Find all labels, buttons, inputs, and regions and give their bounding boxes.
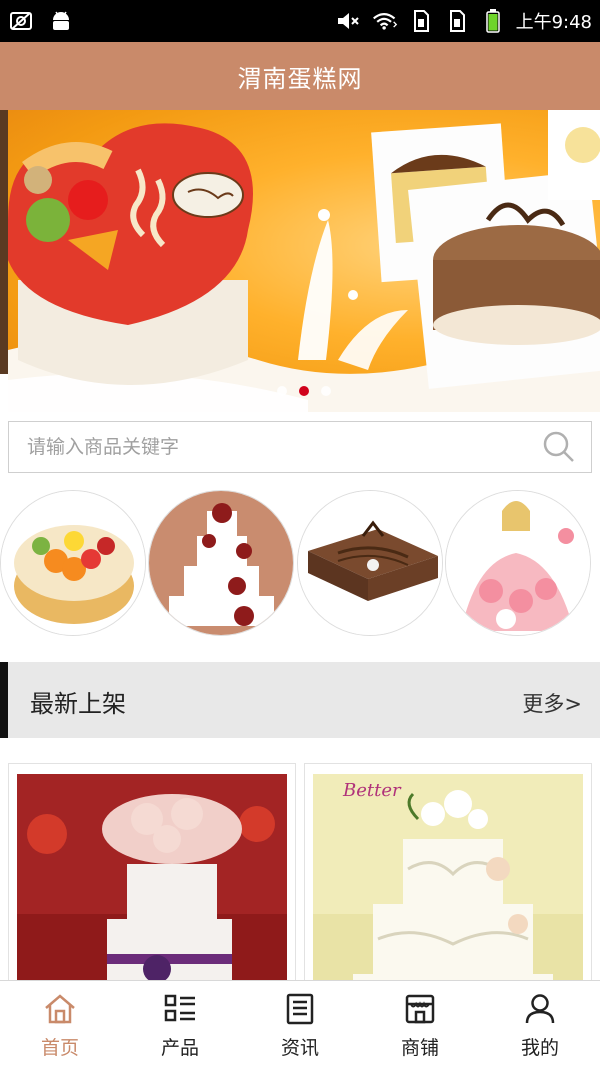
nav-shops[interactable]: 商铺 <box>360 981 480 1067</box>
category-tiered-cake[interactable] <box>148 490 294 636</box>
more-link[interactable]: 更多> <box>522 688 582 718</box>
clock: 上午9:48 <box>515 12 592 33</box>
banner-dot-2[interactable] <box>299 386 309 396</box>
section-header: 最新上架 更多> <box>0 662 600 738</box>
status-bar: 上午9:48 <box>0 0 600 42</box>
app-header: 渭南蛋糕网 <box>0 42 600 110</box>
nav-home-label: 首页 <box>40 1037 79 1059</box>
nav-mine-label: 我的 <box>520 1037 559 1059</box>
nav-products[interactable]: 产品 <box>120 981 240 1067</box>
nav-news[interactable]: 资讯 <box>240 981 360 1067</box>
nav-mine[interactable]: 我的 <box>480 981 600 1067</box>
fruit-cake-image <box>1 491 145 635</box>
search-bar <box>8 421 592 473</box>
search-input[interactable] <box>9 436 535 458</box>
battery-icon <box>480 8 506 34</box>
nav-products-label: 产品 <box>160 1037 199 1059</box>
home-icon <box>42 991 78 1027</box>
banner-dot-1[interactable] <box>277 386 287 396</box>
wifi-icon <box>372 8 398 34</box>
section-title: 最新上架 <box>30 690 126 718</box>
chocolate-mousse-image <box>298 491 442 635</box>
section-accent-bar <box>0 662 8 738</box>
tiered-rose-cake-image <box>149 491 293 635</box>
banner-pagination <box>8 386 600 396</box>
sim2-icon <box>444 8 470 34</box>
category-chocolate-cake[interactable] <box>297 490 443 636</box>
category-fruit-cake[interactable] <box>0 490 146 636</box>
bottom-navigation: 首页 产品 资讯 商铺 我的 <box>0 980 600 1067</box>
nav-news-label: 资讯 <box>280 1037 319 1059</box>
nav-shops-label: 商铺 <box>400 1037 439 1059</box>
category-row <box>0 490 600 640</box>
page-title: 渭南蛋糕网 <box>237 64 363 93</box>
android-icon <box>48 8 74 34</box>
search-icon[interactable] <box>535 423 583 471</box>
user-icon <box>522 991 558 1027</box>
shop-icon <box>402 991 438 1027</box>
mute-icon <box>336 8 362 34</box>
product-image-label: Better <box>342 780 402 801</box>
nav-home[interactable]: 首页 <box>0 981 120 1067</box>
screenshot-icon <box>8 8 34 34</box>
banner-dot-3[interactable] <box>321 386 331 396</box>
grid-list-icon <box>162 991 198 1027</box>
news-icon <box>282 991 318 1027</box>
banner-prev-slide-edge <box>0 110 8 374</box>
category-doll-cake[interactable] <box>445 490 591 636</box>
doll-cake-image <box>446 491 590 635</box>
banner-carousel[interactable] <box>8 110 600 412</box>
sim1-icon <box>408 8 434 34</box>
banner-image <box>8 110 600 412</box>
